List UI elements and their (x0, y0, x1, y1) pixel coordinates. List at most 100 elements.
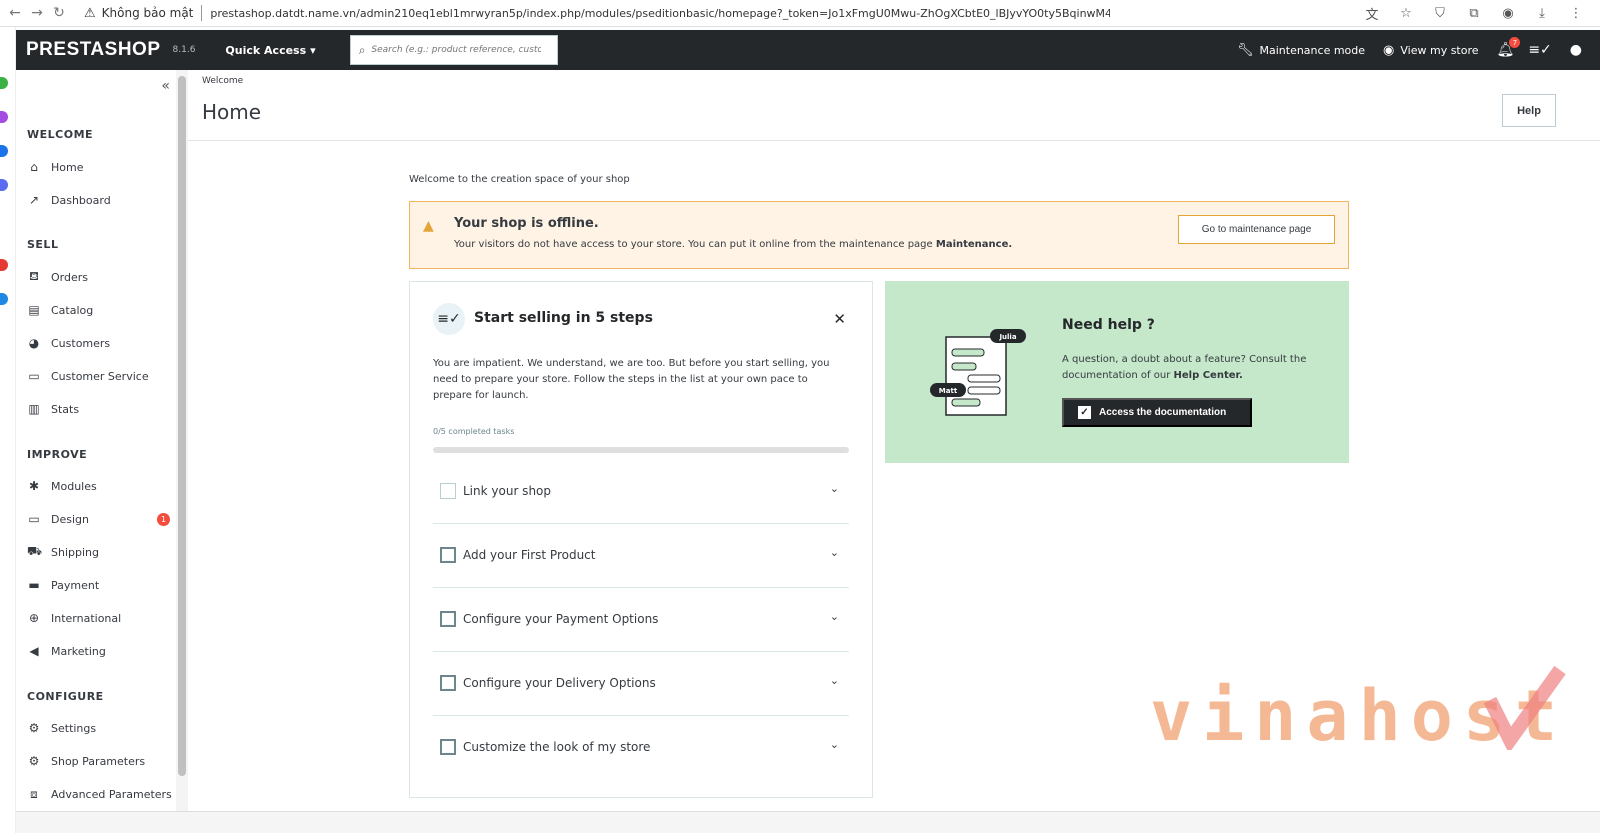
sidebar-item-dashboard[interactable]: ↗ Dashboard (27, 190, 172, 210)
sidebar: « WELCOME ⌂ Home ↗ Dashboard SELL ⛾ Orders … (16, 70, 176, 833)
prestashop-logo[interactable]: PRESTASHOP (26, 39, 161, 61)
vinahost-watermark: vinahost. (1150, 665, 1570, 750)
steps-title: Start selling in 5 steps (474, 310, 653, 326)
sidebar-item-international[interactable]: ⊕ International (27, 608, 172, 628)
download-icon[interactable]: ⤓ (1532, 3, 1552, 23)
alert-description: Your visitors do not have access to your… (454, 239, 1012, 250)
trending-up-icon: ↗ (28, 193, 40, 207)
sidebar-item-label: Home (51, 160, 84, 174)
progress-bar (433, 447, 849, 453)
sidebar-item-marketing[interactable]: ◀ Marketing (27, 641, 172, 661)
sidebar-item-shop-parameters[interactable]: ⚙ Shop Parameters (27, 751, 172, 771)
os-taskbar-strip (0, 27, 16, 833)
sidebar-item-orders[interactable]: ⛾ Orders (27, 267, 172, 287)
sidebar-item-label: Customers (51, 336, 111, 350)
shield-icon[interactable]: ⛉ (1430, 3, 1450, 23)
scrollbar-thumb[interactable] (178, 76, 186, 776)
sidebar-item-design[interactable]: ▭ Design 1 (27, 509, 172, 529)
url-separator (201, 5, 203, 21)
task-checkbox[interactable] (440, 547, 456, 563)
megaphone-icon: ◀ (29, 644, 39, 658)
sidebar-item-payment[interactable]: ▬ Payment (27, 575, 172, 595)
chevron-down-icon[interactable]: ⌄ (830, 738, 839, 751)
welcome-text: Welcome to the creation space of your sh… (409, 174, 630, 185)
gear-icon: ⚙ (28, 721, 40, 735)
chevron-down-icon[interactable]: ⌄ (830, 546, 839, 559)
account-icon[interactable]: ● (1570, 42, 1582, 58)
menu-icon[interactable]: ⋮ (1566, 3, 1586, 23)
search-input[interactable] (371, 45, 542, 55)
credit-card-icon: ▬ (28, 578, 40, 592)
task-link-shop[interactable]: Link your shop ⌄ (433, 460, 849, 524)
sidebar-item-customers[interactable]: ◕ Customers (27, 333, 172, 353)
access-documentation-button[interactable]: ✓ Access the documentation (1062, 398, 1252, 427)
task-checkbox[interactable] (440, 483, 456, 499)
checklist-icon[interactable]: ≡✓ (1528, 42, 1551, 58)
app-icon[interactable] (0, 111, 8, 123)
task-label: Configure your Payment Options (463, 612, 659, 626)
maintenance-mode-label: Maintenance mode (1259, 43, 1366, 57)
sidebar-item-catalog[interactable]: ▤ Catalog (27, 300, 172, 320)
quick-access-label: Quick Access (225, 43, 307, 57)
quick-access-dropdown[interactable]: Quick Access ▾ (225, 44, 315, 57)
view-store-link[interactable]: ◉ View my store (1383, 43, 1479, 58)
app-icon[interactable] (0, 293, 8, 305)
wrench-icon: 🔧︎ (1236, 42, 1254, 58)
close-icon[interactable]: ✕ (833, 310, 846, 328)
sidebar-scrollbar[interactable] (176, 70, 188, 833)
app-icon[interactable] (0, 145, 8, 157)
chevron-down-icon[interactable]: ⌄ (830, 610, 839, 623)
help-button[interactable]: Help (1502, 94, 1556, 127)
sidebar-item-advanced-parameters[interactable]: ⧈ Advanced Parameters (27, 784, 172, 804)
app-icon[interactable] (0, 77, 8, 89)
task-checkbox[interactable] (440, 675, 456, 691)
alert-desc-bold: Maintenance. (935, 239, 1013, 250)
task-checkbox[interactable] (440, 739, 456, 755)
reload-icon[interactable]: ↻ (48, 2, 70, 24)
extensions-icon[interactable]: ⧉ (1464, 3, 1484, 23)
checkbox-icon: ✓ (1078, 406, 1091, 419)
sidebar-item-stats[interactable]: ▥ Stats (27, 399, 172, 419)
bookmark-star-icon[interactable]: ☆ (1396, 3, 1416, 23)
sidebar-item-settings[interactable]: ⚙ Settings (27, 718, 172, 738)
security-indicator[interactable]: ⚠ Không bảo mật (84, 6, 193, 21)
collapse-sidebar-icon[interactable]: « (161, 78, 170, 94)
sidebar-item-label: Dashboard (51, 193, 111, 207)
task-delivery-options[interactable]: Configure your Delivery Options ⌄ (433, 652, 849, 716)
app-icon[interactable] (0, 259, 8, 271)
bottom-bar (16, 811, 1600, 833)
offline-alert: ▲ Your shop is offline. Your visitors do… (409, 201, 1349, 269)
task-label: Customize the look of my store (463, 740, 651, 754)
notifications-button[interactable]: 🔔︎ 7 (1497, 37, 1521, 58)
warning-icon: ▲ (423, 218, 434, 234)
task-customize-look[interactable]: Customize the look of my store ⌄ (433, 716, 849, 780)
alert-title: Your shop is offline. (454, 216, 599, 231)
help-center-link[interactable]: Help Center. (1173, 370, 1242, 381)
chevron-down-icon[interactable]: ⌄ (830, 674, 839, 687)
search-icon[interactable]: ⌕ (359, 43, 366, 58)
breadcrumb[interactable]: Welcome (202, 76, 243, 86)
sidebar-item-label: Settings (51, 721, 97, 735)
address-bar[interactable]: prestashop.datdt.name.vn/admin210eq1ebl1… (210, 7, 1110, 20)
sidebar-item-label: Advanced Parameters (51, 787, 172, 801)
sidebar-item-label: Design (51, 512, 89, 526)
illus-name-julia: Julia (998, 333, 1016, 341)
section-title-welcome: WELCOME (27, 128, 94, 141)
sidebar-item-modules[interactable]: ✱ Modules (27, 476, 172, 496)
sidebar-item-home[interactable]: ⌂ Home (27, 157, 172, 177)
page-header: Welcome Home Help (188, 70, 1600, 141)
maintenance-mode-link[interactable]: 🔧︎ Maintenance mode (1237, 43, 1365, 58)
chat-icon: ▭ (28, 369, 40, 383)
sidebar-item-customer-service[interactable]: ▭ Customer Service (27, 366, 172, 386)
maintenance-page-button[interactable]: Go to maintenance page (1178, 215, 1335, 244)
task-checkbox[interactable] (440, 611, 456, 627)
task-add-product[interactable]: Add your First Product ⌄ (433, 524, 849, 588)
app-icon[interactable] (0, 179, 8, 191)
chevron-down-icon[interactable]: ⌄ (830, 482, 839, 495)
back-icon[interactable]: ← (4, 2, 26, 24)
translate-icon[interactable]: 文 (1362, 3, 1382, 23)
forward-icon[interactable]: → (26, 2, 48, 24)
sidebar-item-shipping[interactable]: ⛟ Shipping (27, 542, 172, 562)
task-payment-options[interactable]: Configure your Payment Options ⌄ (433, 588, 849, 652)
profile-icon[interactable]: ◉ (1498, 3, 1518, 23)
